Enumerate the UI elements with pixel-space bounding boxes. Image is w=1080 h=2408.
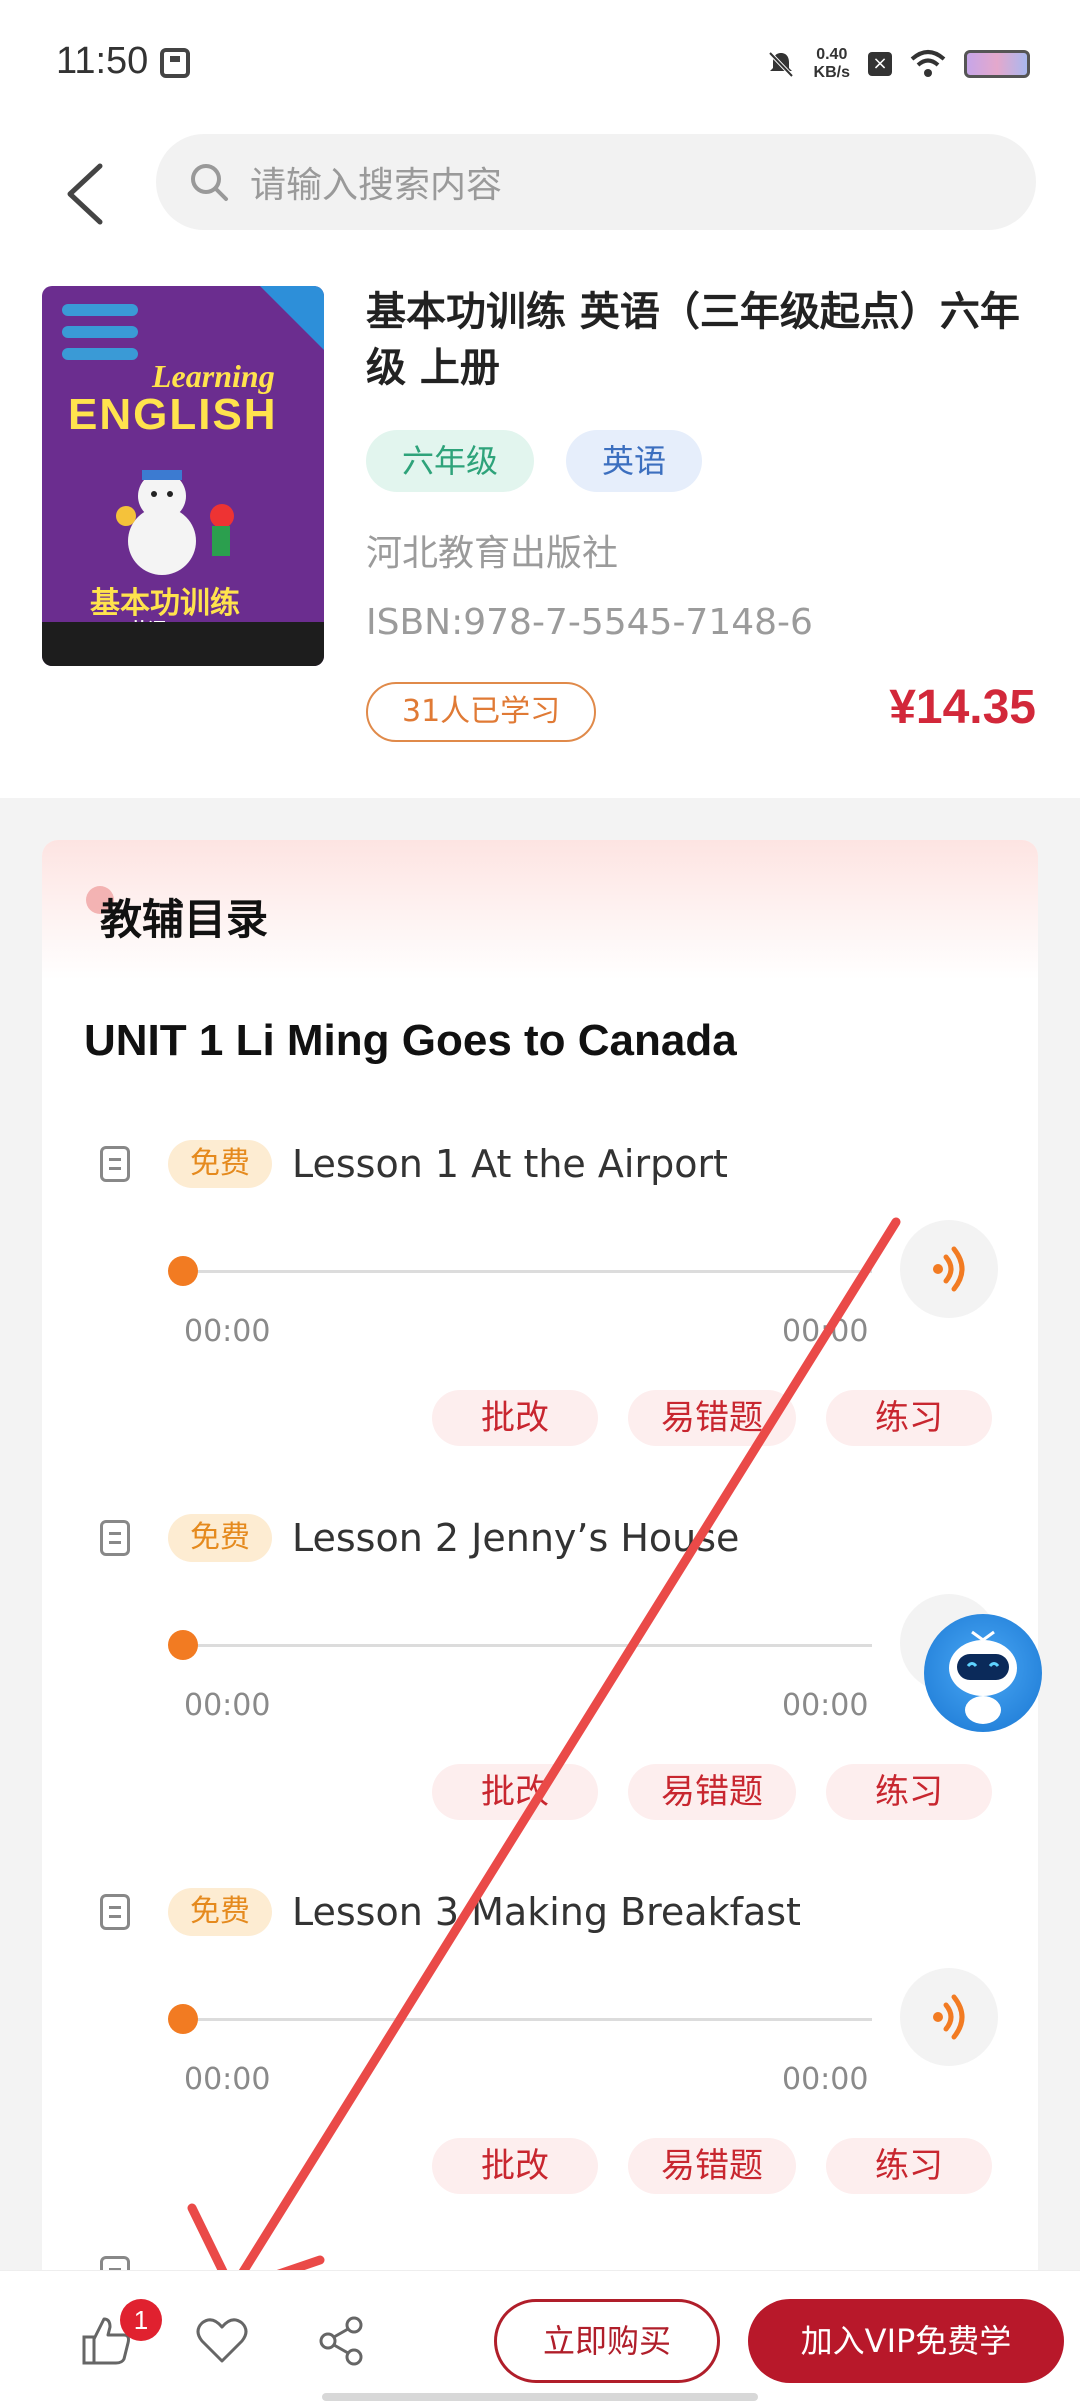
audio-current-time: 00:00 — [184, 1314, 271, 1349]
lesson-title[interactable]: Lesson 2 Jenny’s House — [292, 1514, 739, 1562]
header: 请输入搜索内容 — [0, 124, 1080, 262]
net-speed: 0.40 KB/s — [814, 46, 850, 82]
net-speed-unit: KB/s — [813, 64, 850, 81]
price: ¥14.35 — [889, 681, 1036, 734]
status-time: 11:50 — [56, 40, 149, 82]
mistakes-button[interactable]: 易错题 — [628, 1764, 796, 1820]
audio-progress-knob[interactable] — [168, 1256, 198, 1286]
document-icon — [100, 1894, 130, 1930]
bottom-action-bar: 1 立即购买 加入VIP免费学 — [0, 2270, 1080, 2408]
battery-icon — [964, 50, 1030, 78]
search-icon — [191, 164, 228, 201]
tag-subject: 英语 — [566, 430, 703, 492]
lesson-item-partial[interactable] — [42, 2250, 1038, 2270]
document-icon — [100, 1520, 130, 1556]
correct-button[interactable]: 批改 — [432, 2138, 598, 2194]
isbn: ISBN:978-7-5545-7148-6 — [366, 602, 813, 643]
cover-corner-badge — [260, 286, 324, 350]
audio-progress-track[interactable] — [182, 2018, 872, 2021]
buy-now-button[interactable]: 立即购买 — [494, 2299, 720, 2383]
audio-total-time: 00:00 — [782, 2062, 869, 2097]
audio-current-time: 00:00 — [184, 2062, 271, 2097]
notification-x-icon: × — [868, 52, 892, 76]
wifi-icon — [910, 50, 946, 77]
publisher: 河北教育出版社 — [366, 533, 619, 574]
mistakes-button[interactable]: 易错题 — [628, 2138, 796, 2194]
sound-wave-icon — [933, 1246, 965, 1292]
free-badge: 免费 — [168, 1888, 272, 1936]
book-info: Learning ENGLISH 基本功训练 英语 基本功训练 英语（三年级起点… — [0, 262, 1080, 798]
practice-button[interactable]: 练习 — [826, 1390, 992, 1446]
book-cover[interactable]: Learning ENGLISH 基本功训练 英语 — [42, 286, 324, 666]
audio-total-time: 00:00 — [782, 1314, 869, 1349]
lesson-item-2[interactable]: 免费 Lesson 2 Jenny’s House 00:00 00:00 批改… — [42, 1504, 1038, 1878]
correct-button[interactable]: 批改 — [432, 1764, 598, 1820]
free-badge: 免费 — [168, 1514, 272, 1562]
audio-progress-knob[interactable] — [168, 2004, 198, 2034]
catalog-title: 教辅目录 — [100, 895, 269, 944]
book-title: 基本功训练 英语（三年级起点）六年级 上册 — [366, 289, 1020, 391]
search-placeholder: 请输入搜索内容 — [250, 165, 503, 206]
snowman-illustration — [116, 470, 234, 575]
robot-icon — [949, 1630, 1017, 1724]
join-vip-button[interactable]: 加入VIP免费学 — [748, 2299, 1064, 2383]
unit-title: UNIT 1 Li Ming Goes to Canada — [84, 1016, 737, 1065]
catalog-panel: 教辅目录 UNIT 1 Li Ming Goes to Canada 免费 Le… — [42, 840, 1038, 2270]
notification-app-icon — [160, 48, 190, 78]
lesson-item-3[interactable]: 免费 Lesson 3 Making Breakfast 00:00 00:00… — [42, 1878, 1038, 2252]
audio-total-time: 00:00 — [782, 1688, 869, 1723]
audio-progress-track[interactable] — [182, 1270, 872, 1273]
status-icons: 0.40 KB/s × — [766, 44, 1030, 84]
document-icon — [100, 1146, 130, 1182]
audio-play-button[interactable] — [900, 1220, 998, 1318]
lesson-actions: 批改 易错题 练习 — [42, 1390, 1038, 1446]
like-count-badge: 1 — [120, 2299, 162, 2341]
ai-assistant-button[interactable] — [924, 1614, 1042, 1732]
mistakes-button[interactable]: 易错题 — [628, 1390, 796, 1446]
lesson-actions: 批改 易错题 练习 — [42, 1764, 1038, 1820]
learners-badge: 31人已学习 — [366, 682, 597, 742]
status-bar: 11:50 0.40 KB/s × — [0, 0, 1080, 124]
practice-button[interactable]: 练习 — [826, 1764, 992, 1820]
correct-button[interactable]: 批改 — [432, 1390, 598, 1446]
cover-english-text: ENGLISH — [68, 390, 278, 439]
back-arrow-icon[interactable] — [60, 154, 120, 234]
lesson-title[interactable]: Lesson 1 At the Airport — [292, 1140, 728, 1188]
audio-play-button[interactable] — [900, 1968, 998, 2066]
lesson-item-1[interactable]: 免费 Lesson 1 At the Airport 00:00 00:00 批… — [42, 1130, 1038, 1504]
audio-current-time: 00:00 — [184, 1688, 271, 1723]
sound-wave-icon — [933, 1994, 965, 2040]
audio-progress-knob[interactable] — [168, 1630, 198, 1660]
cover-decoration — [62, 304, 138, 370]
document-icon — [100, 2256, 130, 2270]
share-icon[interactable] — [312, 2311, 372, 2371]
audio-progress-track[interactable] — [182, 1644, 872, 1647]
catalog-header: 教辅目录 — [42, 840, 1038, 980]
practice-button[interactable]: 练习 — [826, 2138, 992, 2194]
search-bar[interactable]: 请输入搜索内容 — [156, 134, 1036, 230]
home-indicator[interactable] — [322, 2393, 758, 2401]
free-badge: 免费 — [168, 1140, 272, 1188]
lesson-actions: 批改 易错题 练习 — [42, 2138, 1038, 2194]
heart-icon[interactable] — [192, 2311, 252, 2371]
net-speed-value: 0.40 — [816, 46, 848, 63]
tag-grade: 六年级 — [366, 430, 535, 492]
cover-bottom-strip — [42, 622, 324, 666]
lesson-title[interactable]: Lesson 3 Making Breakfast — [292, 1888, 801, 1936]
mute-bell-icon — [768, 51, 793, 78]
